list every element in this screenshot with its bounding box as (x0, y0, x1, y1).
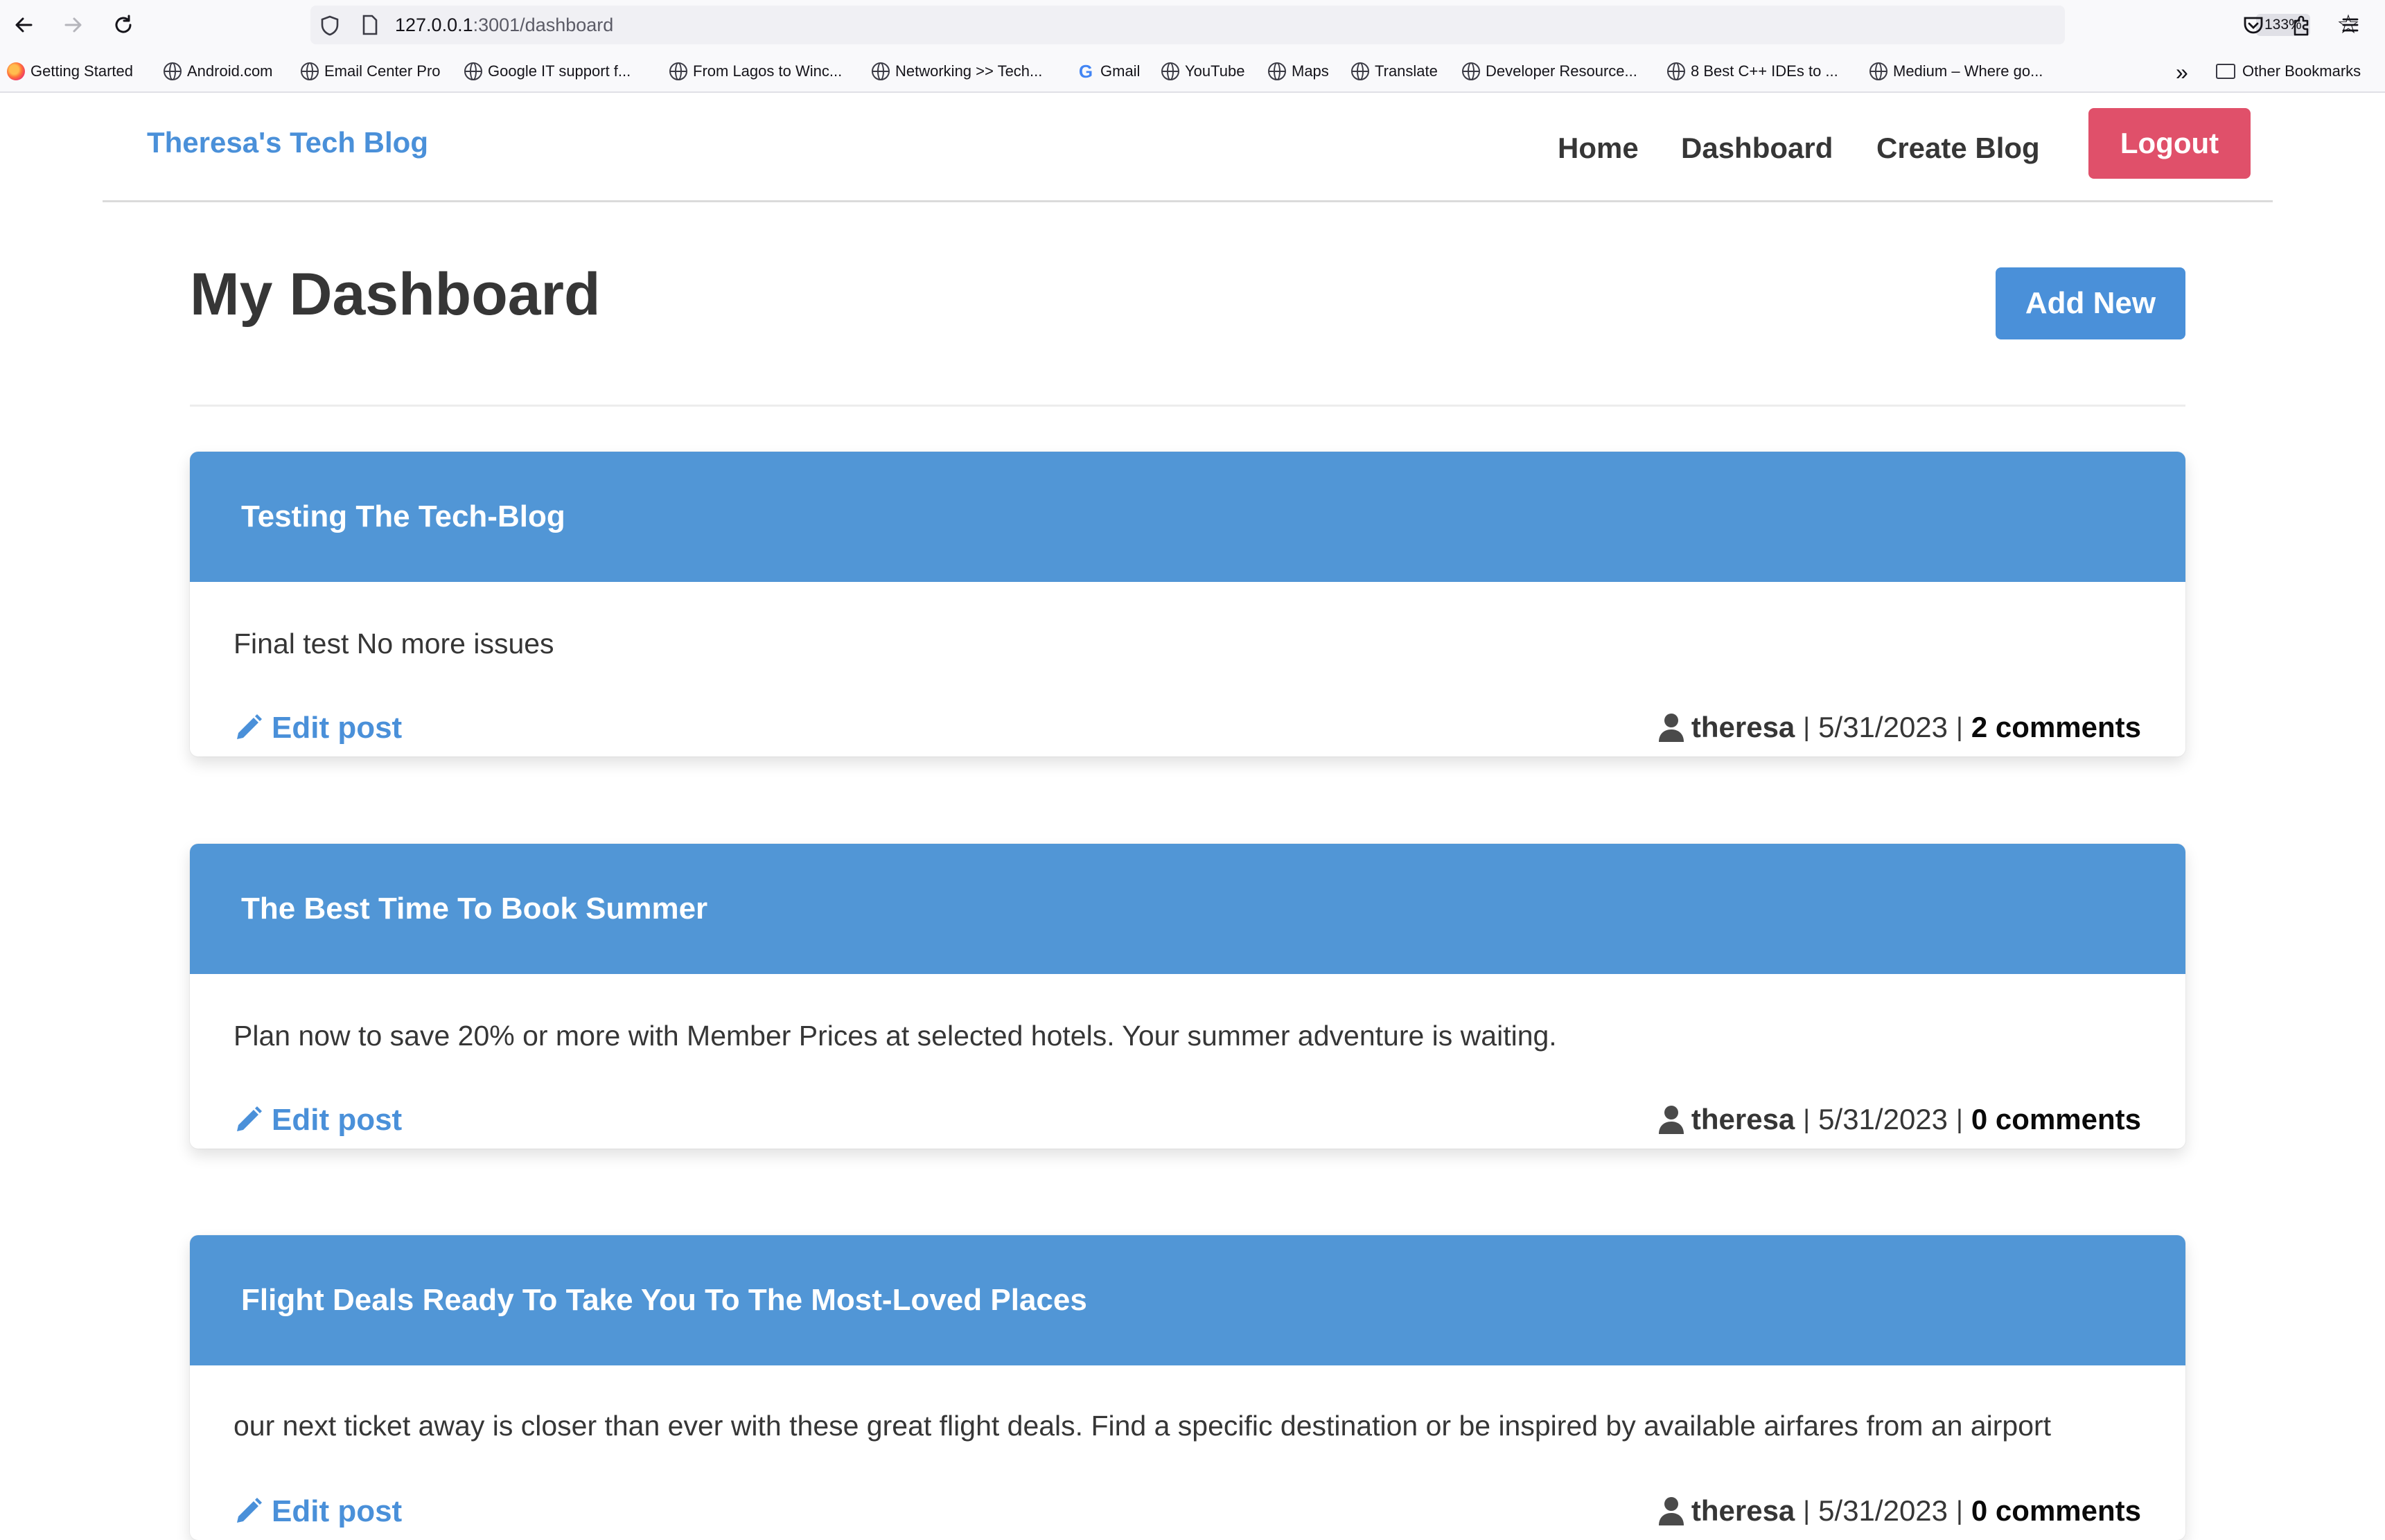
bookmark-item[interactable]: YouTube (1161, 61, 1244, 82)
user-icon (1658, 1497, 1684, 1525)
pocket-icon[interactable] (2239, 11, 2267, 39)
bookmark-item[interactable]: From Lagos to Winc... (669, 61, 842, 82)
post-comments-count[interactable]: 2 comments (1971, 711, 2141, 744)
post-comments-count[interactable]: 0 comments (1971, 1103, 2141, 1136)
user-icon (1658, 714, 1684, 742)
google-icon: G (1078, 60, 1093, 82)
bookmark-item[interactable]: Medium – Where go... (1869, 61, 2043, 82)
back-arrow-icon[interactable] (8, 10, 39, 40)
meta-separator: | (1956, 1496, 1963, 1525)
globe-icon (1667, 62, 1685, 80)
extensions-icon[interactable] (2288, 11, 2316, 39)
forward-arrow-icon[interactable] (58, 10, 89, 40)
bookmarks-bar: Getting Started Android.com Email Center… (0, 50, 2385, 93)
bookmark-item[interactable]: Developer Resource... (1462, 61, 1637, 82)
globe-icon (1268, 62, 1286, 80)
post-author: theresa (1691, 1494, 1795, 1527)
post-card: Flight Deals Ready To Take You To The Mo… (190, 1235, 2185, 1540)
meta-separator: | (1803, 1496, 1811, 1525)
tracking-shield-icon[interactable] (320, 15, 340, 39)
post-date: 5/31/2023 (1818, 1494, 1948, 1527)
nav-home-link[interactable]: Home (1558, 132, 1639, 165)
post-body: our next ticket away is closer than ever… (234, 1410, 2052, 1442)
add-new-button[interactable]: Add New (1996, 267, 2185, 339)
globe-icon (669, 62, 687, 80)
bookmark-item[interactable]: 8 Best C++ IDEs to ... (1667, 61, 1838, 82)
pencil-icon (237, 1106, 262, 1131)
meta-separator: | (1956, 712, 1963, 742)
globe-icon (1351, 62, 1369, 80)
edit-post-label: Edit post (272, 711, 403, 745)
divider (190, 405, 2185, 407)
post-title[interactable]: Flight Deals Ready To Take You To The Mo… (190, 1235, 2185, 1365)
post-card: Testing The Tech-Blog Final test No more… (190, 452, 2185, 756)
bookmark-item[interactable]: Maps (1268, 61, 1329, 82)
reload-icon[interactable] (108, 10, 139, 40)
bookmark-item[interactable]: Networking >> Tech... (872, 61, 1042, 82)
bookmark-item[interactable]: Translate (1351, 61, 1438, 82)
post-meta: theresa | 5/31/2023 | 0 comments (1658, 1103, 2141, 1136)
url-bar[interactable]: 127.0.0.1:3001/dashboard 133% ☆ (310, 6, 2360, 44)
folder-icon (2216, 64, 2235, 79)
post-meta: theresa | 5/31/2023 | 0 comments (1658, 1494, 2141, 1528)
post-comments-count[interactable]: 0 comments (1971, 1494, 2141, 1528)
firefox-icon (7, 62, 25, 80)
post-date: 5/31/2023 (1818, 1103, 1948, 1135)
globe-icon (1869, 62, 1887, 80)
post-title[interactable]: The Best Time To Book Summer (190, 844, 2185, 974)
edit-post-link[interactable]: Edit post (233, 711, 402, 745)
post-card: The Best Time To Book Summer Plan now to… (190, 844, 2185, 1149)
post-title[interactable]: Testing The Tech-Blog (190, 452, 2185, 582)
meta-separator: | (1803, 712, 1811, 742)
browser-toolbar: 127.0.0.1:3001/dashboard 133% ☆ (0, 0, 2385, 50)
more-bookmarks-chevron-icon[interactable]: » (2176, 60, 2188, 85)
logout-button[interactable]: Logout (2088, 108, 2251, 179)
post-date: 5/31/2023 (1818, 711, 1948, 743)
bookmark-item[interactable]: G Gmail (1077, 60, 1141, 82)
page-info-icon[interactable] (362, 15, 378, 39)
site-navbar: Theresa's Tech Blog Home Dashboard Creat… (103, 94, 2273, 202)
edit-post-link[interactable]: Edit post (233, 1494, 402, 1529)
globe-icon (464, 62, 482, 80)
globe-icon (872, 62, 890, 80)
bookmark-item[interactable]: Android.com (164, 61, 273, 82)
bookmark-item[interactable]: Getting Started (7, 61, 133, 82)
nav-create-blog-link[interactable]: Create Blog (1876, 132, 2040, 165)
other-bookmarks-folder[interactable]: Other Bookmarks (2216, 61, 2361, 82)
pencil-icon (237, 1498, 262, 1523)
globe-icon (1462, 62, 1480, 80)
edit-post-label: Edit post (272, 1103, 403, 1137)
edit-post-label: Edit post (272, 1494, 403, 1528)
globe-icon (1161, 62, 1179, 80)
post-author: theresa (1691, 1103, 1795, 1135)
meta-separator: | (1956, 1104, 1963, 1134)
globe-icon (164, 62, 182, 80)
menu-icon[interactable] (2336, 11, 2364, 39)
bookmark-item[interactable]: Google IT support f... (464, 61, 631, 82)
user-icon (1658, 1106, 1684, 1134)
url-text[interactable]: 127.0.0.1:3001/dashboard (395, 6, 613, 44)
edit-post-link[interactable]: Edit post (233, 1103, 402, 1138)
nav-dashboard-link[interactable]: Dashboard (1681, 132, 1833, 165)
post-meta: theresa | 5/31/2023 | 2 comments (1658, 711, 2141, 744)
meta-separator: | (1803, 1104, 1811, 1134)
post-body: Final test No more issues (234, 628, 554, 660)
globe-icon (301, 62, 319, 80)
page-title: My Dashboard (190, 261, 601, 328)
post-author: theresa (1691, 711, 1795, 743)
site-brand[interactable]: Theresa's Tech Blog (147, 126, 428, 159)
pencil-icon (237, 714, 262, 739)
bookmark-item[interactable]: Email Center Pro (301, 61, 441, 82)
post-body: Plan now to save 20% or more with Member… (234, 1020, 1557, 1052)
